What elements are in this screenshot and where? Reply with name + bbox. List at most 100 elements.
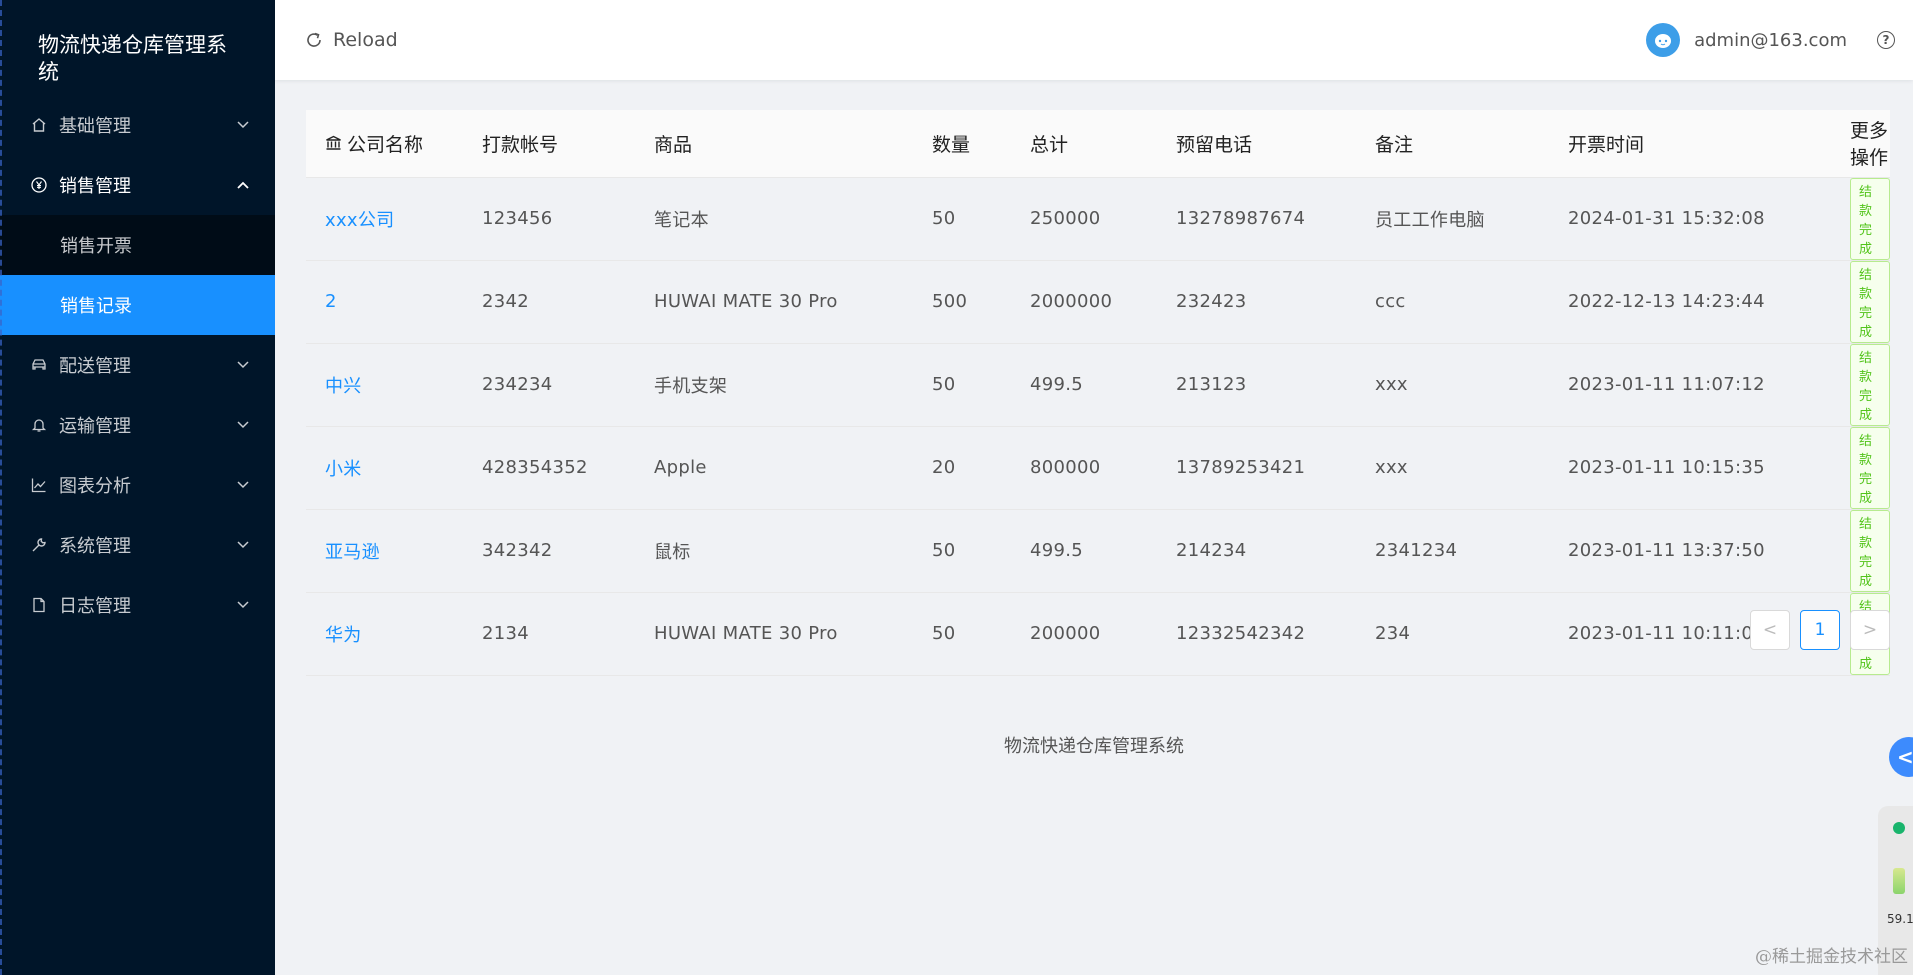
user-area: admin@163.com ? (1646, 23, 1895, 57)
cell-value: 342342 (482, 540, 553, 561)
chevron-down-icon (233, 601, 253, 609)
reload-icon (307, 32, 321, 47)
bank-icon (325, 134, 342, 156)
table-row: xxx公司 123456 笔记本 50 250000 13278987674 员工工作电脑 2… (306, 177, 1890, 261)
app-logo-title: 物流快递仓库管理系统 (38, 33, 227, 84)
cell-value: 笔记本 (654, 209, 709, 231)
cell-note: xxx (1375, 343, 1568, 427)
cell-product: 笔记本 (654, 177, 932, 261)
sales-records-panel: 公司名称 打款帐号 商品 数量 总计 预留电话 备注 开票时间 更多操作 xxx… (306, 110, 1890, 676)
cell-value: 2024-01-31 15:32:08 (1568, 208, 1765, 229)
cell-status: 结款完成 (1850, 509, 1890, 593)
cell-value: 500 (932, 291, 968, 312)
sidebar-item-sales[interactable]: 销售管理 (0, 155, 275, 215)
yen-icon (30, 176, 48, 194)
sidebar-item-sales-records[interactable]: 销售记录 (0, 275, 275, 335)
cell-account: 342342 (482, 509, 654, 593)
sidebar-item-label: 基础管理 (59, 116, 131, 137)
cell-value: 20 (932, 457, 956, 478)
pagination-prev-button[interactable]: < (1750, 610, 1790, 650)
company-link[interactable]: 2 (325, 291, 337, 312)
column-header-company: 公司名称 (306, 110, 482, 178)
status-badge: 结款完成 (1850, 509, 1890, 592)
sidebar-item-logs[interactable]: 日志管理 (0, 575, 275, 635)
cell-value: 499.5 (1030, 374, 1084, 395)
cell-value: 200000 (1030, 623, 1101, 644)
column-header-account: 打款帐号 (482, 110, 654, 178)
cell-value: 2342 (482, 291, 530, 312)
status-badge: 结款完成 (1850, 426, 1890, 509)
cell-account: 2342 (482, 260, 654, 344)
cell-value: 2000000 (1030, 291, 1113, 312)
cell-total: 2000000 (1030, 260, 1176, 344)
cell-value: 13278987674 (1176, 208, 1306, 229)
file-icon (30, 596, 48, 614)
cell-total: 250000 (1030, 177, 1176, 261)
cell-quantity: 20 (932, 426, 1030, 510)
cell-invoice-time: 2023-01-11 11:07:12 (1568, 343, 1850, 427)
avatar[interactable] (1646, 23, 1681, 57)
pagination-next-button[interactable]: > (1850, 610, 1890, 650)
cell-company: 2 (306, 260, 482, 344)
status-badge: 结款完成 (1850, 177, 1890, 260)
cell-value: 428354352 (482, 457, 588, 478)
sidebar-item-label: 日志管理 (59, 596, 131, 617)
sidebar-item-delivery[interactable]: 配送管理 (0, 335, 275, 395)
sidebar-item-label: 销售管理 (59, 176, 131, 197)
sidebar-item-transport[interactable]: 运输管理 (0, 395, 275, 455)
wrench-icon (30, 536, 48, 554)
watermark: @稀土掘金技术社区 (1755, 947, 1908, 967)
table-row: 华为 2134 HUWAI MATE 30 Pro 50 200000 123325423… (306, 592, 1890, 676)
sidebar-item-label: 图表分析 (59, 476, 131, 497)
sidebar-item-basic[interactable]: 基础管理 (0, 95, 275, 155)
company-link[interactable]: 亚马逊 (325, 542, 380, 563)
cell-note: 2341234 (1375, 509, 1568, 593)
cell-value: 2341234 (1375, 540, 1458, 561)
cell-note: 234 (1375, 592, 1568, 676)
cell-value: 234 (1375, 623, 1411, 644)
cell-company: 华为 (306, 592, 482, 676)
company-link[interactable]: 小米 (325, 459, 362, 480)
company-link[interactable]: 中兴 (325, 376, 362, 397)
company-link[interactable]: xxx公司 (325, 210, 394, 231)
cell-phone: 232423 (1176, 260, 1375, 344)
user-email[interactable]: admin@163.com (1694, 30, 1847, 51)
cell-status: 结款完成 (1850, 177, 1890, 261)
signal-bar (1893, 868, 1905, 894)
pagination-page-1[interactable]: 1 (1800, 610, 1840, 650)
cell-invoice-time: 2023-01-11 13:37:50 (1568, 509, 1850, 593)
reload-button[interactable]: Reload (305, 29, 398, 51)
sidebar-item-label: 系统管理 (59, 536, 131, 557)
cell-value: 员工工作电脑 (1375, 209, 1485, 231)
cell-product: Apple (654, 426, 932, 510)
cell-value: 12332542342 (1176, 623, 1306, 644)
chevron-down-icon (233, 541, 253, 549)
sidebar-item-system[interactable]: 系统管理 (0, 515, 275, 575)
cell-value: 800000 (1030, 457, 1101, 478)
help-icon[interactable]: ? (1877, 31, 1895, 49)
top-header: Reload admin@163.com ? (275, 0, 1913, 80)
cell-value: 手机支架 (654, 375, 728, 397)
cell-total: 499.5 (1030, 343, 1176, 427)
monitor-value: 59.1 (1887, 912, 1913, 926)
cell-value: 13789253421 (1176, 457, 1306, 478)
cell-company: xxx公司 (306, 177, 482, 261)
cell-phone: 13789253421 (1176, 426, 1375, 510)
cell-total: 499.5 (1030, 509, 1176, 593)
column-header-total: 总计 (1030, 110, 1176, 178)
cell-phone: 213123 (1176, 343, 1375, 427)
cell-value: 2134 (482, 623, 530, 644)
table-row: 亚马逊 342342 鼠标 50 499.5 214234 2341234 2023-01-1… (306, 509, 1890, 593)
cell-value: 50 (932, 374, 956, 395)
status-badge: 结款完成 (1850, 260, 1890, 343)
cell-note: 员工工作电脑 (1375, 177, 1568, 261)
sidebar-item-charts[interactable]: 图表分析 (0, 455, 275, 515)
sidebar-item-sales-invoice[interactable]: 销售开票 (0, 215, 275, 275)
company-link[interactable]: 华为 (325, 625, 362, 646)
cell-account: 428354352 (482, 426, 654, 510)
cell-company: 亚马逊 (306, 509, 482, 593)
reload-label: Reload (333, 29, 398, 51)
table-row: 中兴 234234 手机支架 50 499.5 213123 xxx 2023-01-11 1… (306, 343, 1890, 427)
sidebar-menu: 基础管理 销售管理 销售开票 销售记录 配送管理 运输管理 图表分析 系统管理 … (0, 95, 275, 635)
cell-quantity: 50 (932, 343, 1030, 427)
